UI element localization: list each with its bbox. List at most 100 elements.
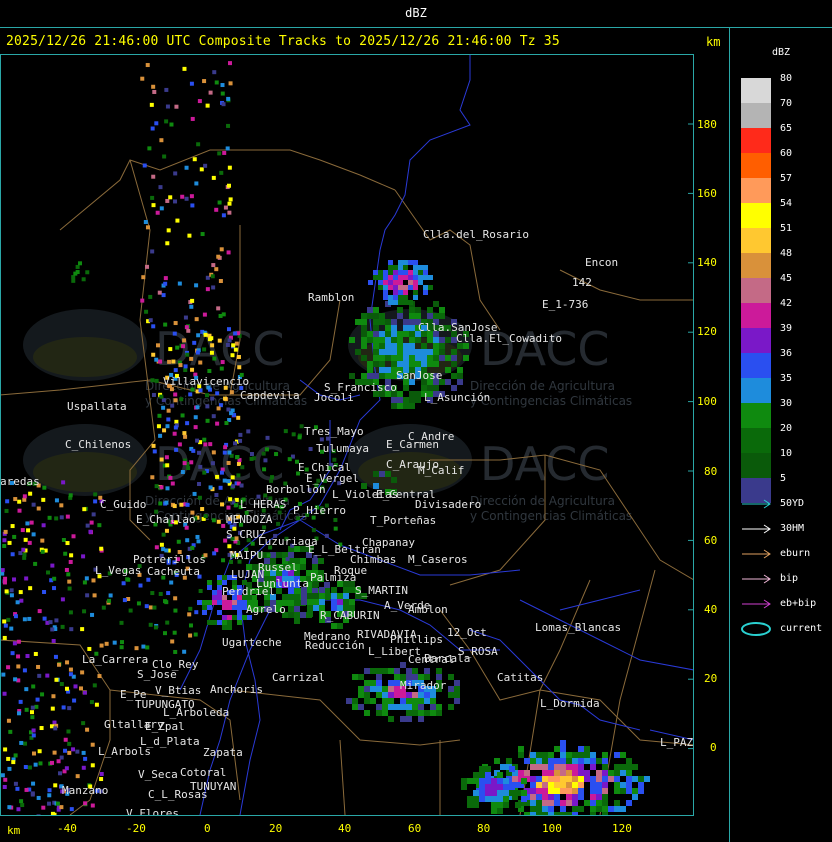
dacc-logo-caption: y Contingencias Climáticas (470, 509, 632, 523)
radar-echo-cell (226, 183, 231, 188)
radar-echo-cell (227, 625, 232, 630)
y-tick-label: 120 (697, 325, 717, 338)
radar-echo-cell (226, 123, 231, 128)
radar-echo-cell (161, 532, 166, 537)
radar-echo-cell (572, 812, 578, 818)
radar-echo-cell (428, 285, 433, 290)
radar-echo-cell (25, 653, 30, 658)
radar-echo-cell (373, 471, 379, 477)
radar-echo-cell (263, 458, 268, 463)
radar-echo-cell (590, 764, 596, 770)
radar-echo-cell (288, 606, 294, 612)
radar-echo-cell (31, 781, 36, 786)
radar-echo-cell (151, 324, 156, 329)
radar-map[interactable]: DACC Dirección de Agricultura y Contingenc… (0, 54, 695, 824)
radar-echo-cell (23, 741, 28, 746)
radar-echo-cell (64, 686, 69, 691)
radar-echo-cell (391, 349, 397, 355)
radar-echo-cell (174, 447, 179, 452)
y-tick-label: 40 (704, 603, 718, 616)
radar-echo-cell (270, 475, 275, 480)
radar-echo-cell (578, 806, 584, 812)
radar-echo-cell (413, 280, 418, 285)
radar-echo-cell (461, 784, 467, 790)
radar-echo-cell (445, 379, 451, 385)
radar-echo-cell (170, 639, 175, 644)
radar-echo-cell (172, 431, 177, 436)
radar-echo-cell (93, 499, 98, 504)
radar-echo-cell (409, 397, 415, 403)
radar-echo-cell (542, 758, 548, 764)
radar-echo-cell (391, 477, 397, 483)
radar-echo-cell (485, 784, 491, 790)
legend-swatch (741, 278, 771, 303)
radar-echo-cell (167, 359, 172, 364)
radar-echo-cell (222, 450, 227, 455)
radar-echo-cell (400, 662, 406, 668)
radar-echo-cell (383, 270, 388, 275)
radar-echo-cell (542, 800, 548, 806)
radar-echo-cell (169, 122, 174, 127)
radar-echo-cell (188, 623, 193, 628)
place-name-label: Cotoral (180, 766, 226, 779)
radar-echo-cell (406, 668, 412, 674)
radar-echo-cell (287, 457, 292, 462)
radar-echo-cell (542, 794, 548, 800)
radar-echo-cell (52, 586, 57, 591)
radar-echo-cell (572, 806, 578, 812)
radar-echo-cell (163, 276, 168, 281)
place-name-label: Divisadero (415, 498, 481, 511)
radar-echo-cell (208, 442, 213, 447)
radar-echo-cell (602, 812, 608, 818)
place-name-label: Palmiza (310, 571, 356, 584)
radar-echo-cell (412, 692, 418, 698)
radar-echo-cell (193, 425, 198, 430)
radar-echo-cell (313, 593, 319, 599)
radar-echo-cell (222, 620, 227, 625)
radar-echo-cell (197, 495, 202, 500)
radar-echo-cell (91, 578, 96, 583)
radar-echo-cell (217, 575, 222, 580)
radar-echo-cell (6, 665, 11, 670)
radar-echo-cell (12, 641, 17, 646)
radar-echo-cell (276, 521, 281, 526)
radar-echo-cell (388, 686, 394, 692)
radar-echo-cell (17, 499, 22, 504)
radar-echo-cell (364, 692, 370, 698)
radar-echo-cell (388, 698, 394, 704)
radar-echo-cell (163, 322, 168, 327)
dacc-logo-watermark (23, 424, 147, 496)
radar-echo-cell (379, 331, 385, 337)
radar-echo-cell (479, 784, 485, 790)
radar-echo-cell (3, 623, 8, 628)
radar-echo-cell (189, 304, 194, 309)
radar-echo-cell (146, 577, 151, 582)
place-name-label: Mirador (400, 679, 447, 692)
radar-echo-cell (188, 633, 193, 638)
radar-echo-cell (82, 580, 87, 585)
radar-echo-cell (185, 538, 190, 543)
radar-echo-cell (352, 674, 358, 680)
radar-echo-cell (214, 267, 219, 272)
radar-echo-cell (6, 617, 11, 622)
radar-echo-cell (27, 540, 32, 545)
radar-echo-cell (391, 325, 397, 331)
radar-echo-cell (379, 355, 385, 361)
radar-echo-cell (436, 704, 442, 710)
radar-echo-cell (162, 428, 167, 433)
radar-echo-cell (217, 600, 222, 605)
radar-echo-cell (445, 367, 451, 373)
radar-echo-cell (382, 692, 388, 698)
radar-echo-cell (349, 337, 355, 343)
place-name-label: E_Challao (136, 513, 196, 526)
radar-echo-cell (63, 748, 68, 753)
radar-echo-cell (388, 692, 394, 698)
radar-echo-cell (195, 438, 200, 443)
radar-echo-cell (361, 313, 367, 319)
radar-echo-cell (58, 771, 63, 776)
radar-echo-cell (413, 265, 418, 270)
radar-echo-cell (536, 794, 542, 800)
place-name-label: L_Dormida (540, 697, 600, 710)
radar-echo-cell (145, 63, 150, 68)
radar-echo-cell (173, 368, 178, 373)
